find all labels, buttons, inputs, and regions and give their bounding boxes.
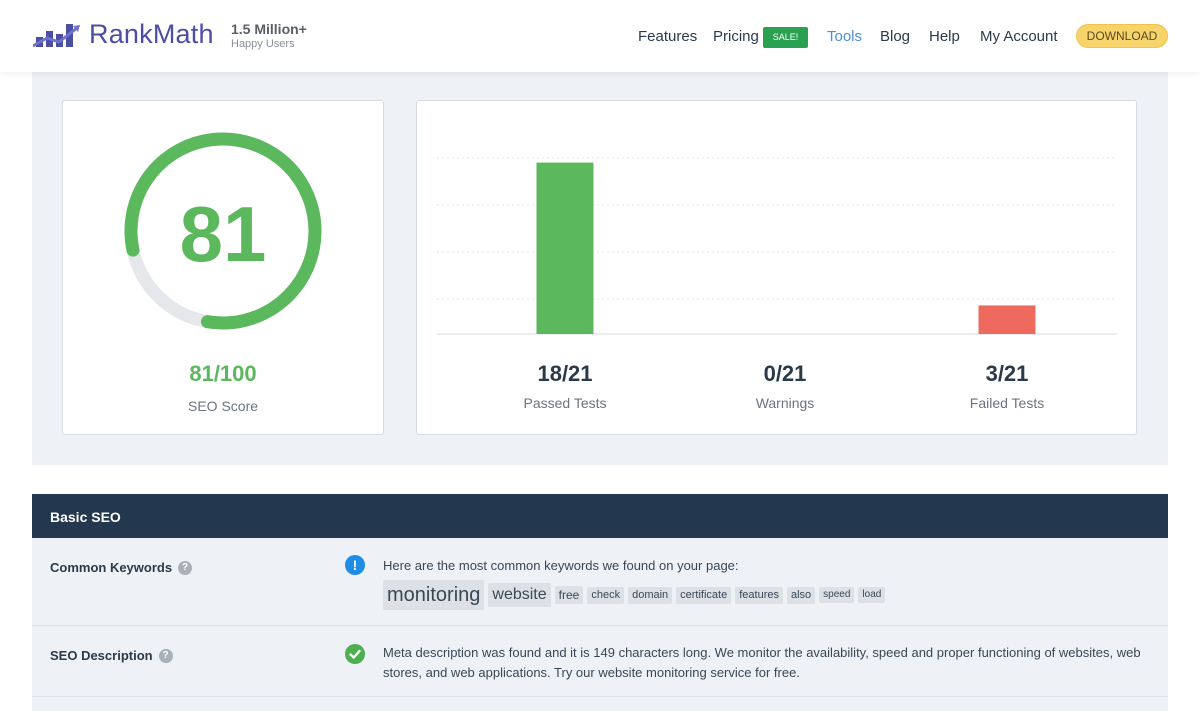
- seo-description-label: SEO Description: [50, 648, 153, 663]
- help-icon[interactable]: ?: [178, 560, 193, 575]
- keyword-tag: free: [554, 586, 584, 604]
- score-fraction: 81/100: [189, 361, 257, 386]
- keyword-tag: certificate: [676, 586, 732, 604]
- seo-description-text: Meta description was found and it is 149…: [383, 645, 1141, 680]
- common-keywords-row: Common Keywords ? ! Here are the most co…: [32, 538, 1168, 626]
- failed-tests-label: Failed Tests: [969, 395, 1045, 411]
- keyword-tag: monitoring: [383, 580, 485, 610]
- nav-blog[interactable]: Blog: [880, 28, 910, 45]
- keyword-tag: also: [786, 586, 816, 604]
- keyword-tag: website: [488, 583, 551, 607]
- score-label: SEO Score: [187, 398, 259, 414]
- nav-features[interactable]: Features: [638, 28, 697, 45]
- chart-bar-passed-tests: [536, 162, 594, 334]
- keyword-tag: features: [735, 586, 783, 604]
- seo-score-card: 81 81/100 SEO Score: [62, 100, 384, 435]
- sale-badge[interactable]: SALE!: [763, 27, 808, 48]
- keyword-tag: load: [858, 587, 886, 603]
- nav-tools[interactable]: Tools: [827, 28, 862, 45]
- warnings-stat: 0/21 Warnings: [705, 361, 865, 411]
- download-button[interactable]: DOWNLOAD: [1076, 24, 1168, 48]
- next-row: [32, 697, 1168, 711]
- keyword-tag: speed: [819, 587, 855, 603]
- passed-tests-label: Passed Tests: [523, 395, 607, 411]
- failed-tests-value: 3/21: [985, 361, 1029, 386]
- test-results-card: 18/21 Passed Tests 0/21 Warnings 3/21 Fa…: [416, 100, 1137, 435]
- seo-description-row: SEO Description ? Meta description was f…: [32, 626, 1168, 697]
- passed-tests-stat: 18/21 Passed Tests: [485, 361, 645, 411]
- warnings-value: 0/21: [763, 361, 807, 386]
- nav-help[interactable]: Help: [929, 28, 960, 45]
- score-value: 81: [179, 190, 267, 278]
- common-keywords-label-wrap: Common Keywords ?: [50, 560, 193, 575]
- nav-my-account[interactable]: My Account: [980, 28, 1058, 45]
- info-icon: !: [345, 555, 365, 575]
- chart-bar-failed-tests: [978, 305, 1036, 334]
- seo-description-label-wrap: SEO Description ?: [50, 648, 173, 663]
- check-icon: [345, 644, 365, 664]
- main-nav: Features Pricing SALE! Tools Blog Help M…: [0, 24, 1200, 50]
- nav-pricing[interactable]: Pricing: [713, 28, 759, 45]
- basic-seo-header: Basic SEO: [32, 494, 1168, 538]
- passed-tests-value: 18/21: [537, 361, 593, 386]
- test-results-chart: [437, 157, 1117, 335]
- warnings-label: Warnings: [755, 395, 815, 411]
- keyword-tag: domain: [628, 586, 673, 604]
- help-icon[interactable]: ?: [158, 648, 173, 663]
- site-header: RankMath 1.5 Million+ Happy Users Featur…: [0, 0, 1200, 72]
- keyword-tag: check: [587, 586, 625, 604]
- common-keywords-text: Here are the most common keywords we fou…: [383, 558, 739, 573]
- keyword-list: monitoring website free check domain cer…: [383, 580, 886, 610]
- failed-tests-stat: 3/21 Failed Tests: [927, 361, 1087, 411]
- common-keywords-label: Common Keywords: [50, 560, 173, 575]
